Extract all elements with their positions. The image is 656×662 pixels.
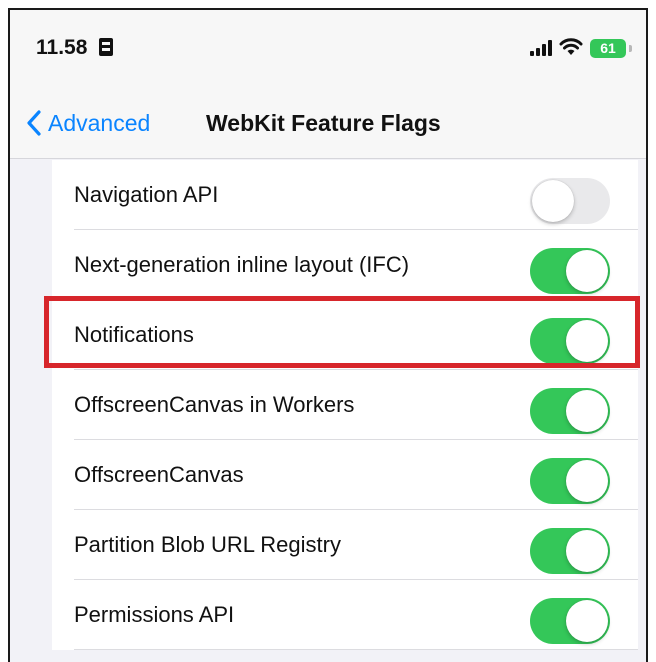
- row-divider: [74, 649, 638, 650]
- page-title: WebKit Feature Flags: [206, 110, 441, 136]
- navigation-bar: Advanced WebKit Feature Flags: [10, 98, 646, 148]
- toggle-switch[interactable]: [530, 528, 610, 574]
- back-label: Advanced: [48, 109, 151, 136]
- toggle-knob: [532, 180, 574, 222]
- setting-label: Partition Blob URL Registry: [74, 532, 341, 557]
- back-button[interactable]: Advanced: [26, 98, 150, 148]
- battery-nub: [629, 45, 632, 52]
- setting-row: Navigation API: [52, 160, 638, 230]
- setting-row: OffscreenCanvas in Workers: [52, 370, 638, 440]
- phone-screen: 11.58 61 Advanced WebKit Feature Flags N…: [8, 8, 648, 662]
- setting-label: Navigation API: [74, 182, 219, 207]
- toggle-knob: [566, 390, 608, 432]
- setting-row: Partition Blob URL Registry: [52, 510, 638, 580]
- battery-icon: 61: [590, 39, 626, 58]
- setting-label: OffscreenCanvas in Workers: [74, 392, 355, 417]
- toggle-knob: [566, 250, 608, 292]
- wifi-icon: [559, 38, 583, 55]
- setting-label: Notifications: [74, 322, 194, 347]
- setting-row: Notifications: [52, 300, 638, 370]
- setting-row: Next-generation inline layout (IFC): [52, 230, 638, 300]
- toggle-knob: [566, 460, 608, 502]
- toggle-switch[interactable]: [530, 458, 610, 504]
- setting-label: OffscreenCanvas: [74, 462, 244, 487]
- signal-icon: [530, 40, 552, 56]
- status-bar: 11.58 61: [10, 10, 646, 80]
- settings-list: Navigation API Next-generation inline la…: [52, 160, 638, 650]
- chevron-left-icon: [27, 110, 41, 136]
- battery-level: 61: [600, 40, 616, 56]
- toggle-switch[interactable]: [530, 318, 610, 364]
- toggle-switch[interactable]: [530, 248, 610, 294]
- status-time: 11.58: [36, 36, 88, 59]
- toggle-switch[interactable]: [530, 388, 610, 434]
- toggle-knob: [566, 600, 608, 642]
- setting-row: Permissions API: [52, 580, 638, 650]
- toggle-knob: [566, 320, 608, 362]
- toggle-knob: [566, 530, 608, 572]
- header-area: 11.58 61 Advanced WebKit Feature Flags: [10, 10, 646, 159]
- setting-label: Permissions API: [74, 602, 235, 627]
- toggle-switch[interactable]: [530, 598, 610, 644]
- setting-label: Next-generation inline layout (IFC): [74, 252, 410, 277]
- setting-row: OffscreenCanvas: [52, 440, 638, 510]
- toggle-switch[interactable]: [530, 178, 610, 224]
- sim-card-icon: [99, 38, 113, 56]
